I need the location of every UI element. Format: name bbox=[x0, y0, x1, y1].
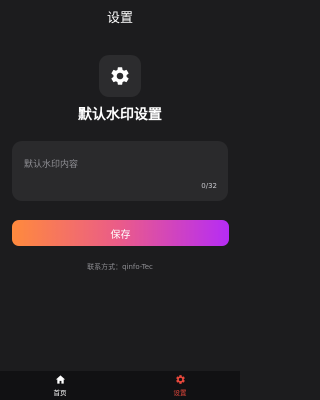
section-heading: 默认水印设置 bbox=[78, 107, 162, 123]
settings-icon-tile bbox=[99, 55, 141, 97]
gear-icon bbox=[175, 375, 185, 384]
tab-settings-label: 设置 bbox=[173, 389, 187, 397]
tab-settings[interactable]: 设置 bbox=[120, 371, 240, 400]
tab-home[interactable]: 首页 bbox=[0, 371, 120, 400]
bottom-tab-bar: 首页 设置 bbox=[0, 371, 240, 400]
page-title: 设置 bbox=[106, 10, 133, 26]
contact-info: 联系方式：qinfo-Tec bbox=[87, 263, 153, 271]
tab-home-label: 首页 bbox=[53, 389, 67, 397]
gear-icon bbox=[111, 67, 129, 85]
watermark-text-input[interactable] bbox=[24, 157, 214, 173]
watermark-field-card: 0/32 bbox=[12, 141, 228, 201]
character-counter: 0/32 bbox=[201, 182, 217, 190]
top-bar: 设置 bbox=[0, 0, 240, 32]
save-button[interactable]: 保存 bbox=[12, 220, 229, 246]
home-icon bbox=[55, 375, 65, 384]
